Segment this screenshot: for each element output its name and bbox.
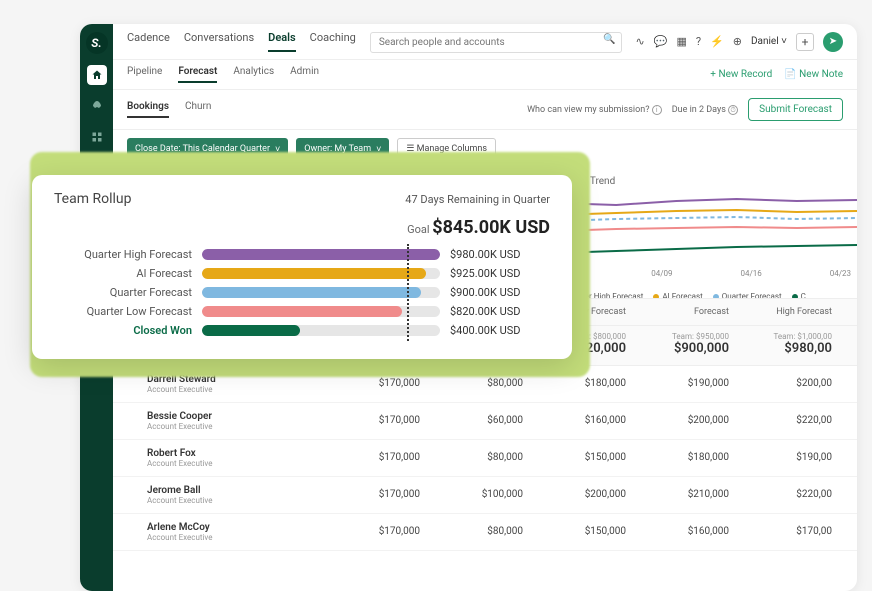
card-days-remaining: 47 Days Remaining in Quarter [405, 193, 550, 206]
th-forecast: Forecast [632, 299, 735, 325]
nav-coaching[interactable]: Coaching [310, 31, 356, 52]
subnav-pipeline[interactable]: Pipeline [127, 66, 162, 83]
home-icon[interactable] [87, 65, 107, 85]
search-icon[interactable]: 🔍 [603, 34, 615, 45]
rollup-bar: Closed Won$400.00K USD [54, 324, 550, 337]
top-icons: ∿ 💬 ▦ ? ⚡ ⊕ Daniel ˅ + ➤ [636, 32, 843, 52]
x-tick: 04/16 [740, 269, 761, 278]
add-button[interactable]: + [796, 33, 814, 51]
subnav-admin[interactable]: Admin [290, 66, 319, 83]
table-row[interactable]: Bessie CooperAccount Executive$170,000$6… [113, 403, 857, 440]
weekly-trend-panel: Weekly Trend 04/02 04/09 04/16 04/23 [547, 168, 857, 301]
card-title: Team Rollup [54, 191, 131, 207]
submit-forecast-button[interactable]: Submit Forecast [748, 98, 843, 121]
tab-bookings[interactable]: Bookings [127, 101, 169, 118]
nav-deals[interactable]: Deals [268, 31, 296, 52]
rollup-bar: AI Forecast$925.00K USD [54, 267, 550, 280]
new-note-link[interactable]: 📄 New Note [784, 69, 843, 80]
rollup-bar: Quarter Forecast$900.00K USD [54, 286, 550, 299]
trend-title: Weekly Trend [556, 176, 857, 187]
rocket-icon[interactable] [87, 96, 107, 116]
apps-icon[interactable]: ▦ [676, 35, 686, 48]
submission-visibility[interactable]: Who can view my submission? i [527, 105, 662, 115]
nav-main: Cadence Conversations Deals Coaching [127, 31, 356, 52]
grid-icon[interactable] [87, 127, 107, 147]
subnav-analytics[interactable]: Analytics [233, 66, 274, 83]
globe-icon[interactable]: ⊕ [733, 35, 742, 48]
submission-due: Due in 2 Days ⏱ [672, 105, 738, 115]
info-icon: i [652, 105, 662, 115]
trend-chart: 04/02 04/09 04/16 04/23 [556, 191, 857, 286]
forecast-header: Bookings Churn Who can view my submissio… [113, 90, 857, 130]
card-goal: Goal $845.00K USD [54, 217, 550, 238]
app-logo[interactable]: S. [86, 32, 108, 54]
clock-icon: ⏱ [728, 105, 738, 115]
topbar: Cadence Conversations Deals Coaching 🔍 ∿… [113, 24, 857, 60]
send-button[interactable]: ➤ [823, 32, 843, 52]
bolt-icon[interactable]: ⚡ [710, 35, 724, 48]
table-row[interactable]: Robert FoxAccount Executive$170,000$80,0… [113, 440, 857, 477]
search-wrap: 🔍 [370, 30, 622, 53]
th-high: High Forecast [735, 299, 838, 325]
rollup-bar: Quarter High Forecast$980.00K USD [54, 248, 550, 261]
table-row[interactable]: Arlene McCoyAccount Executive$170,000$80… [113, 514, 857, 551]
team-rollup-card: Team Rollup 47 Days Remaining in Quarter… [32, 175, 572, 359]
activity-icon[interactable]: ∿ [636, 35, 645, 48]
nav-conversations[interactable]: Conversations [184, 31, 254, 52]
new-record-link[interactable]: + New Record [710, 69, 772, 80]
rollup-bar: Quarter Low Forecast$820.00K USD [54, 305, 550, 318]
goal-line [407, 244, 409, 341]
subnav: Pipeline Forecast Analytics Admin + New … [113, 60, 857, 90]
search-input[interactable] [370, 32, 622, 53]
table-row[interactable]: Jerome BallAccount Executive$170,000$100… [113, 477, 857, 514]
user-menu[interactable]: Daniel ˅ [751, 36, 787, 47]
nav-cadence[interactable]: Cadence [127, 31, 170, 52]
x-tick: 04/09 [651, 269, 672, 278]
subnav-forecast[interactable]: Forecast [178, 66, 217, 83]
tab-churn[interactable]: Churn [185, 101, 211, 118]
chat-icon[interactable]: 💬 [654, 35, 668, 48]
help-icon[interactable]: ? [696, 35, 701, 48]
x-tick: 04/23 [830, 269, 851, 278]
